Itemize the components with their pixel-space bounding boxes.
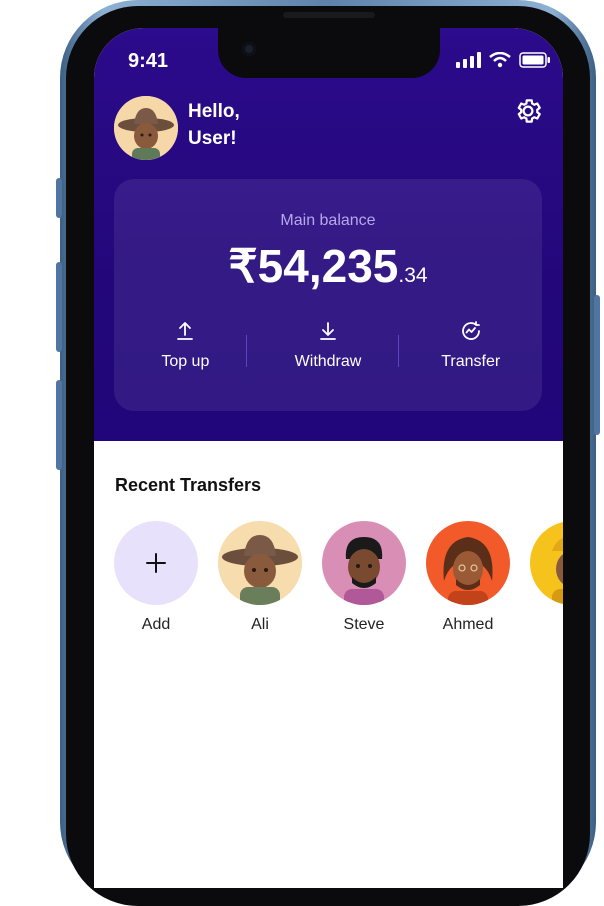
- phone-side-button: [56, 178, 62, 218]
- hero-section: 9:41 Hello, User! Main balance ₹54,235.3…: [94, 28, 563, 441]
- speaker-grille: [283, 12, 375, 18]
- contact-avatar-image: [322, 521, 406, 605]
- phone-side-button: [594, 295, 600, 435]
- contact-name: M: [530, 616, 563, 634]
- contact-avatar-image: [426, 521, 510, 605]
- contact-name: Steve: [343, 616, 385, 633]
- top-up-button[interactable]: Top up: [114, 319, 257, 389]
- plus-icon: [146, 553, 166, 573]
- contact-avatar: [530, 521, 563, 605]
- balance-amount-main: ₹54,235: [228, 240, 399, 292]
- contact-avatar: [218, 521, 302, 605]
- balance-card: Main balance ₹54,235.34 Top up Withdraw: [114, 179, 542, 411]
- balance-actions: Top up Withdraw Transfer: [114, 319, 542, 389]
- front-camera: [242, 42, 256, 56]
- contact-item-ali[interactable]: Ali: [218, 521, 302, 634]
- balance-amount-decimal: .34: [398, 264, 428, 287]
- greeting-line-1: Hello,: [188, 101, 240, 122]
- recent-contacts-list: Add Ali Steve Ahmed: [114, 521, 563, 651]
- top-up-label: Top up: [161, 353, 210, 370]
- signal-icon: [456, 52, 481, 68]
- status-time: 9:41: [128, 50, 169, 72]
- transfer-button[interactable]: Transfer: [399, 319, 542, 389]
- contact-name: Ali: [251, 616, 269, 633]
- wifi-icon: [489, 52, 511, 68]
- phone-screen: 9:41 Hello, User! Main balance ₹54,235.3…: [94, 28, 563, 888]
- actions-divider: [398, 335, 399, 367]
- transfer-icon: [461, 321, 480, 340]
- phone-side-button: [56, 380, 62, 470]
- balance-label: Main balance: [280, 212, 376, 229]
- recent-transfers-title: Recent Transfers: [115, 475, 262, 495]
- contact-item-m[interactable]: M: [530, 521, 563, 634]
- user-avatar-image: [114, 96, 178, 160]
- withdraw-button[interactable]: Withdraw: [257, 319, 400, 389]
- contact-avatar: [426, 521, 510, 605]
- gear-icon[interactable]: [513, 96, 543, 126]
- actions-divider: [246, 335, 247, 367]
- upload-icon: [177, 322, 194, 340]
- greeting: Hello, User!: [188, 98, 240, 152]
- contact-name: Ahmed: [442, 616, 494, 633]
- download-icon: [320, 322, 336, 340]
- phone-side-button: [56, 262, 62, 352]
- greeting-line-2: User!: [188, 128, 237, 149]
- add-circle: [114, 521, 198, 605]
- transfer-label: Transfer: [441, 353, 501, 370]
- contact-item-steve[interactable]: Steve: [322, 521, 406, 634]
- contact-item-ahmed[interactable]: Ahmed: [426, 521, 510, 634]
- add-contact-label: Add: [141, 616, 171, 633]
- battery-icon: [519, 52, 550, 68]
- contact-avatar-image: [530, 521, 563, 605]
- withdraw-label: Withdraw: [294, 353, 362, 370]
- user-avatar[interactable]: [114, 96, 178, 160]
- status-icons: [455, 52, 551, 68]
- add-contact-button[interactable]: Add: [114, 521, 198, 634]
- balance-amount: ₹54,235.34: [114, 239, 542, 293]
- contact-avatar-image: [218, 521, 302, 605]
- contact-avatar: [322, 521, 406, 605]
